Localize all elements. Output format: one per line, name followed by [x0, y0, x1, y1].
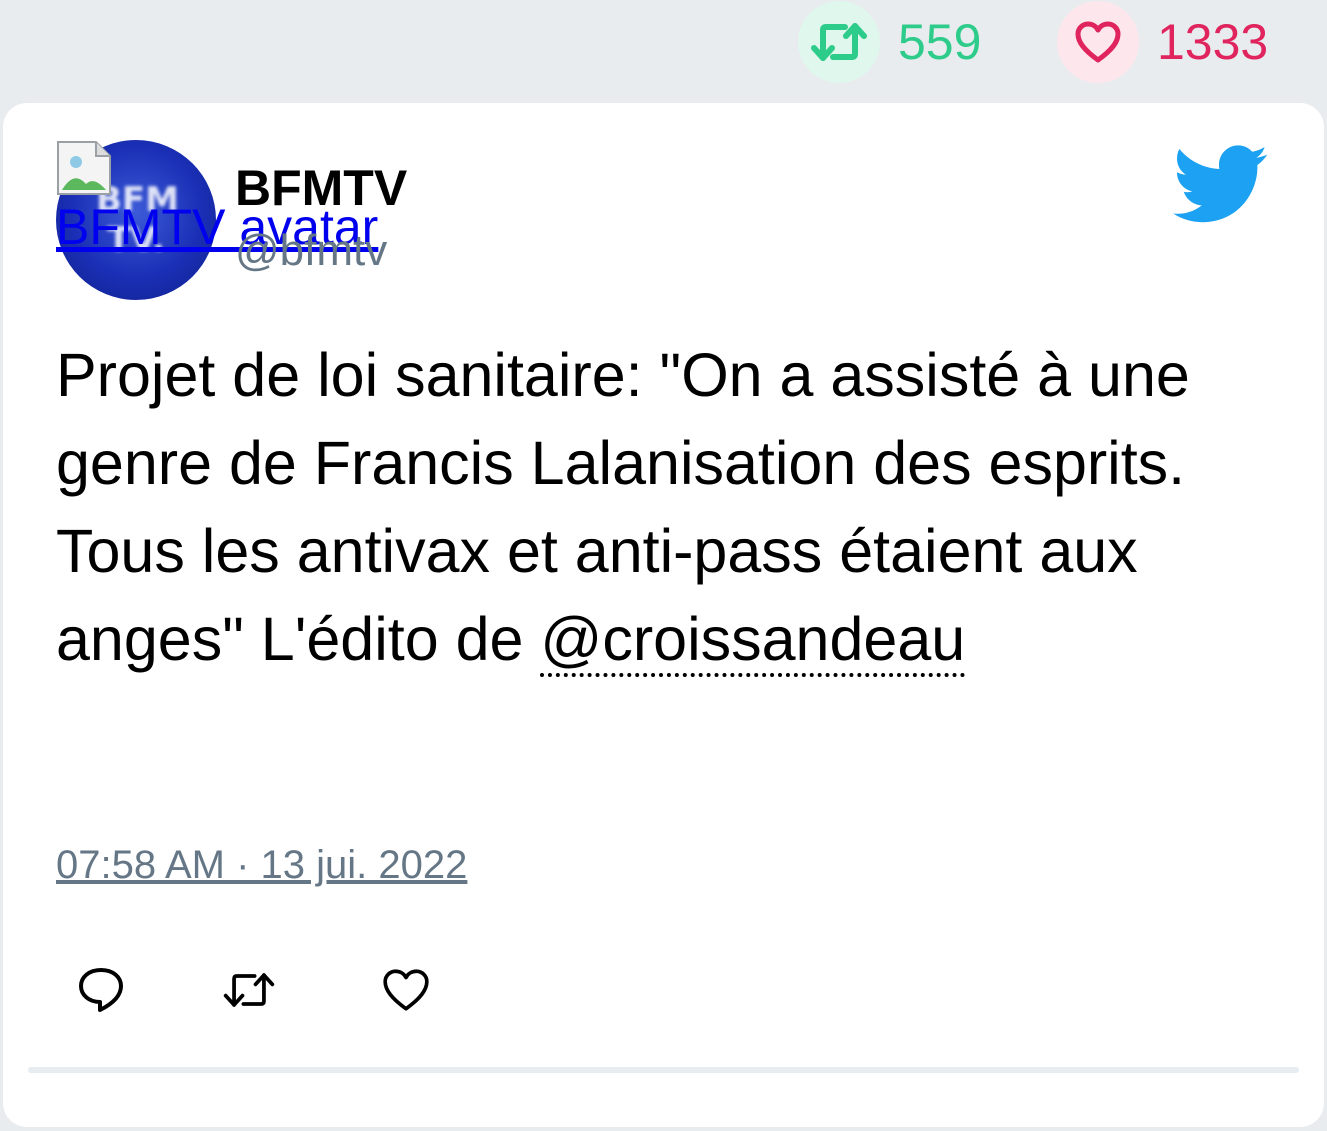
user-handle[interactable]: @bfmtv	[235, 229, 387, 273]
reply-button[interactable]	[73, 965, 129, 1015]
tweet-card: BFM TV. BFMTV avatar BFMTV @bfmtv Projet…	[3, 103, 1324, 1127]
retweet-icon	[223, 973, 275, 1007]
heart-icon	[1075, 21, 1121, 63]
broken-image-icon	[57, 141, 111, 195]
avatar-link[interactable]: BFM TV. BFMTV avatar	[56, 140, 378, 300]
divider	[28, 1067, 1299, 1073]
mention-link[interactable]: @croissandeau	[540, 605, 966, 677]
like-count: 1333	[1157, 14, 1269, 70]
like-stat[interactable]: 1333	[1057, 0, 1268, 84]
tweet-timestamp[interactable]: 07:58 AM · 13 jui. 2022	[56, 845, 467, 885]
like-button[interactable]	[378, 965, 434, 1015]
retweet-stat[interactable]: 559	[798, 0, 981, 84]
display-name[interactable]: BFMTV	[235, 163, 407, 213]
heart-icon	[383, 969, 429, 1011]
retweet-icon	[811, 23, 867, 61]
retweet-stat-icon-circle	[798, 1, 880, 83]
tweet-text: Projet de loi sanitaire: "On a assisté à…	[56, 331, 1256, 683]
reply-icon	[79, 968, 123, 1012]
twitter-bird-icon[interactable]	[1173, 145, 1269, 225]
engagement-stats-bar: 559 1333	[0, 0, 1327, 100]
like-stat-icon-circle	[1057, 1, 1139, 83]
retweet-button[interactable]	[221, 965, 277, 1015]
retweet-count: 559	[898, 14, 982, 70]
